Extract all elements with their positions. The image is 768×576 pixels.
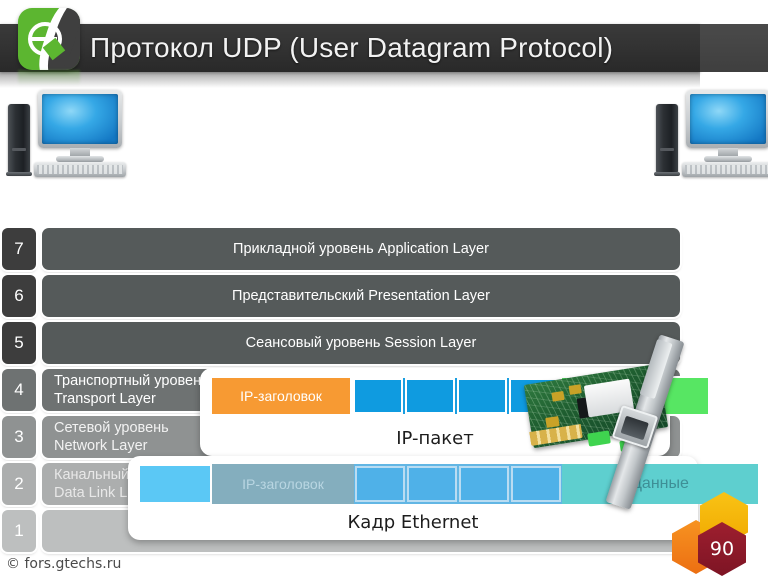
osi-layer-row: 6 Представительский Presentation Layer <box>2 275 680 317</box>
desktop-computer-right <box>652 88 768 180</box>
monitor-icon <box>686 90 768 148</box>
monitor-screen <box>42 94 118 144</box>
ip-header-block: IP-заголовок <box>210 376 352 416</box>
keyboard-icon <box>34 162 126 177</box>
page-title: Протокол UDP (User Datagram Protocol) <box>90 32 614 63</box>
ip-payload-cell <box>459 380 505 412</box>
osi-layer-number: 2 <box>2 463 36 505</box>
title-bar-tail <box>700 24 768 72</box>
computer-tower-base <box>6 172 32 176</box>
ghost-payload-cell <box>409 468 455 500</box>
footer-copyright: © fors.gtechs.ru <box>6 556 122 572</box>
osi-layer-number: 5 <box>2 322 36 364</box>
desktop-computer-left <box>4 88 126 180</box>
ghost-payload-cell <box>357 468 403 500</box>
osi-layer-label: Сеансовый уровень Session Layer <box>245 335 477 351</box>
osi-layer-bar: Прикладной уровень Application Layer <box>42 228 680 270</box>
brand-logo-icon <box>18 8 80 70</box>
nic-capacitor <box>568 384 582 395</box>
monitor-icon <box>38 90 122 148</box>
ghost-ip-header-block: IP-заголовок <box>212 464 354 504</box>
osi-layer-number: 6 <box>2 275 36 317</box>
network-interface-card-icon <box>523 334 724 516</box>
osi-layer-number: 4 <box>2 369 36 411</box>
computer-tower-icon <box>8 104 30 174</box>
monitor-screen <box>690 94 766 144</box>
ethernet-header-block <box>138 464 212 504</box>
osi-layer-label: Прикладной уровень Application Layer <box>233 241 489 257</box>
ip-payload-cell <box>407 380 453 412</box>
title-bar-reflection <box>0 72 700 88</box>
osi-layer-row: 7 Прикладной уровень Application Layer <box>2 228 680 270</box>
osi-layer-number: 1 <box>2 510 36 552</box>
nic-capacitor <box>551 390 565 402</box>
osi-layer-bar: Представительский Presentation Layer <box>42 275 680 317</box>
keyboard-icon <box>682 162 768 177</box>
page-number: 90 <box>709 538 735 560</box>
ip-payload-cell <box>355 380 401 412</box>
computer-tower-base <box>654 172 680 176</box>
nic-green-tab <box>587 430 611 447</box>
ghost-payload-cell <box>461 468 507 500</box>
osi-layer-number: 7 <box>2 228 36 270</box>
osi-layer-number: 3 <box>2 416 36 458</box>
slide-canvas: Протокол UDP (User Datagram Protocol) 7 П… <box>0 0 768 576</box>
computer-tower-icon <box>656 104 678 174</box>
osi-layer-label: Представительский Presentation Layer <box>232 288 490 304</box>
nic-capacitor <box>545 416 560 428</box>
